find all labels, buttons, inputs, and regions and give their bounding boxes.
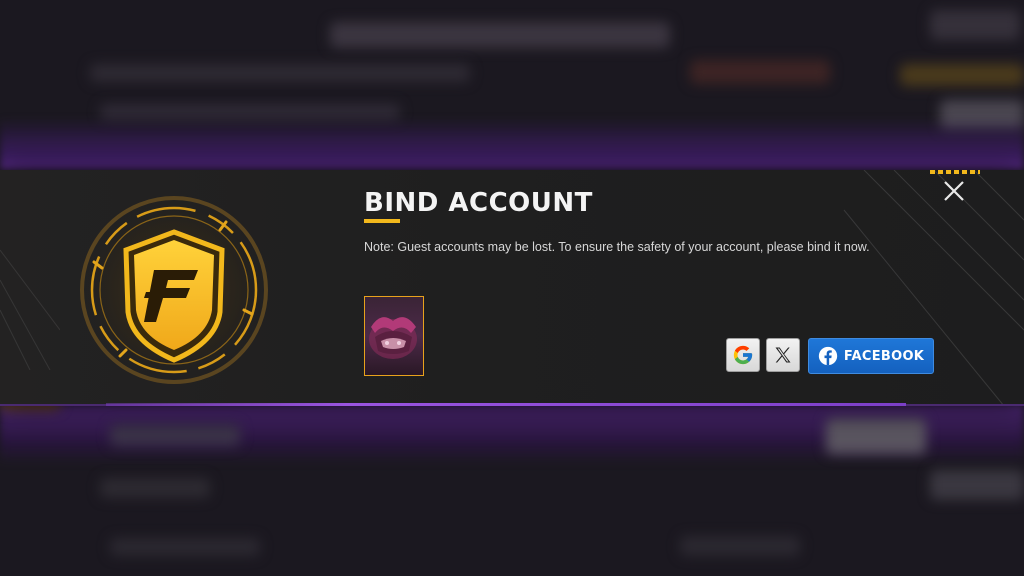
background-badge xyxy=(690,60,830,84)
background-button xyxy=(930,470,1024,500)
facebook-icon xyxy=(818,346,837,366)
background-purple-band xyxy=(0,118,1024,170)
google-login-button[interactable] xyxy=(726,338,760,372)
dialog-bottom-accent-line xyxy=(106,403,906,406)
guest-account-note: Note: Guest accounts may be lost. To ens… xyxy=(364,240,870,254)
background-row xyxy=(680,536,800,556)
facebook-login-button[interactable]: FACEBOOK xyxy=(808,338,934,374)
x-logo-icon xyxy=(775,347,791,363)
facebook-button-label: FACEBOOK xyxy=(843,348,925,364)
login-options: FACEBOOK xyxy=(726,338,934,374)
bind-account-dialog: BIND ACCOUNT Note: Guest accounts may be… xyxy=(0,170,1024,406)
reward-item-icon xyxy=(369,317,417,359)
background-header xyxy=(330,22,670,48)
background-row xyxy=(110,424,240,446)
background-row xyxy=(110,538,260,556)
background-button xyxy=(826,418,926,454)
background-row xyxy=(100,478,210,498)
close-button[interactable] xyxy=(940,176,968,206)
background-tab xyxy=(930,10,1020,40)
close-icon xyxy=(944,181,964,201)
background-row xyxy=(90,64,470,82)
close-button-stripes xyxy=(930,170,980,174)
title-underline xyxy=(364,219,400,223)
decorative-lines xyxy=(0,249,60,370)
reward-item[interactable] xyxy=(364,296,424,376)
x-login-button[interactable] xyxy=(766,338,800,372)
dialog-title: BIND ACCOUNT xyxy=(364,188,593,218)
google-icon xyxy=(733,345,753,365)
free-fire-shield-emblem-icon xyxy=(78,194,270,386)
background-currency xyxy=(900,64,1024,86)
